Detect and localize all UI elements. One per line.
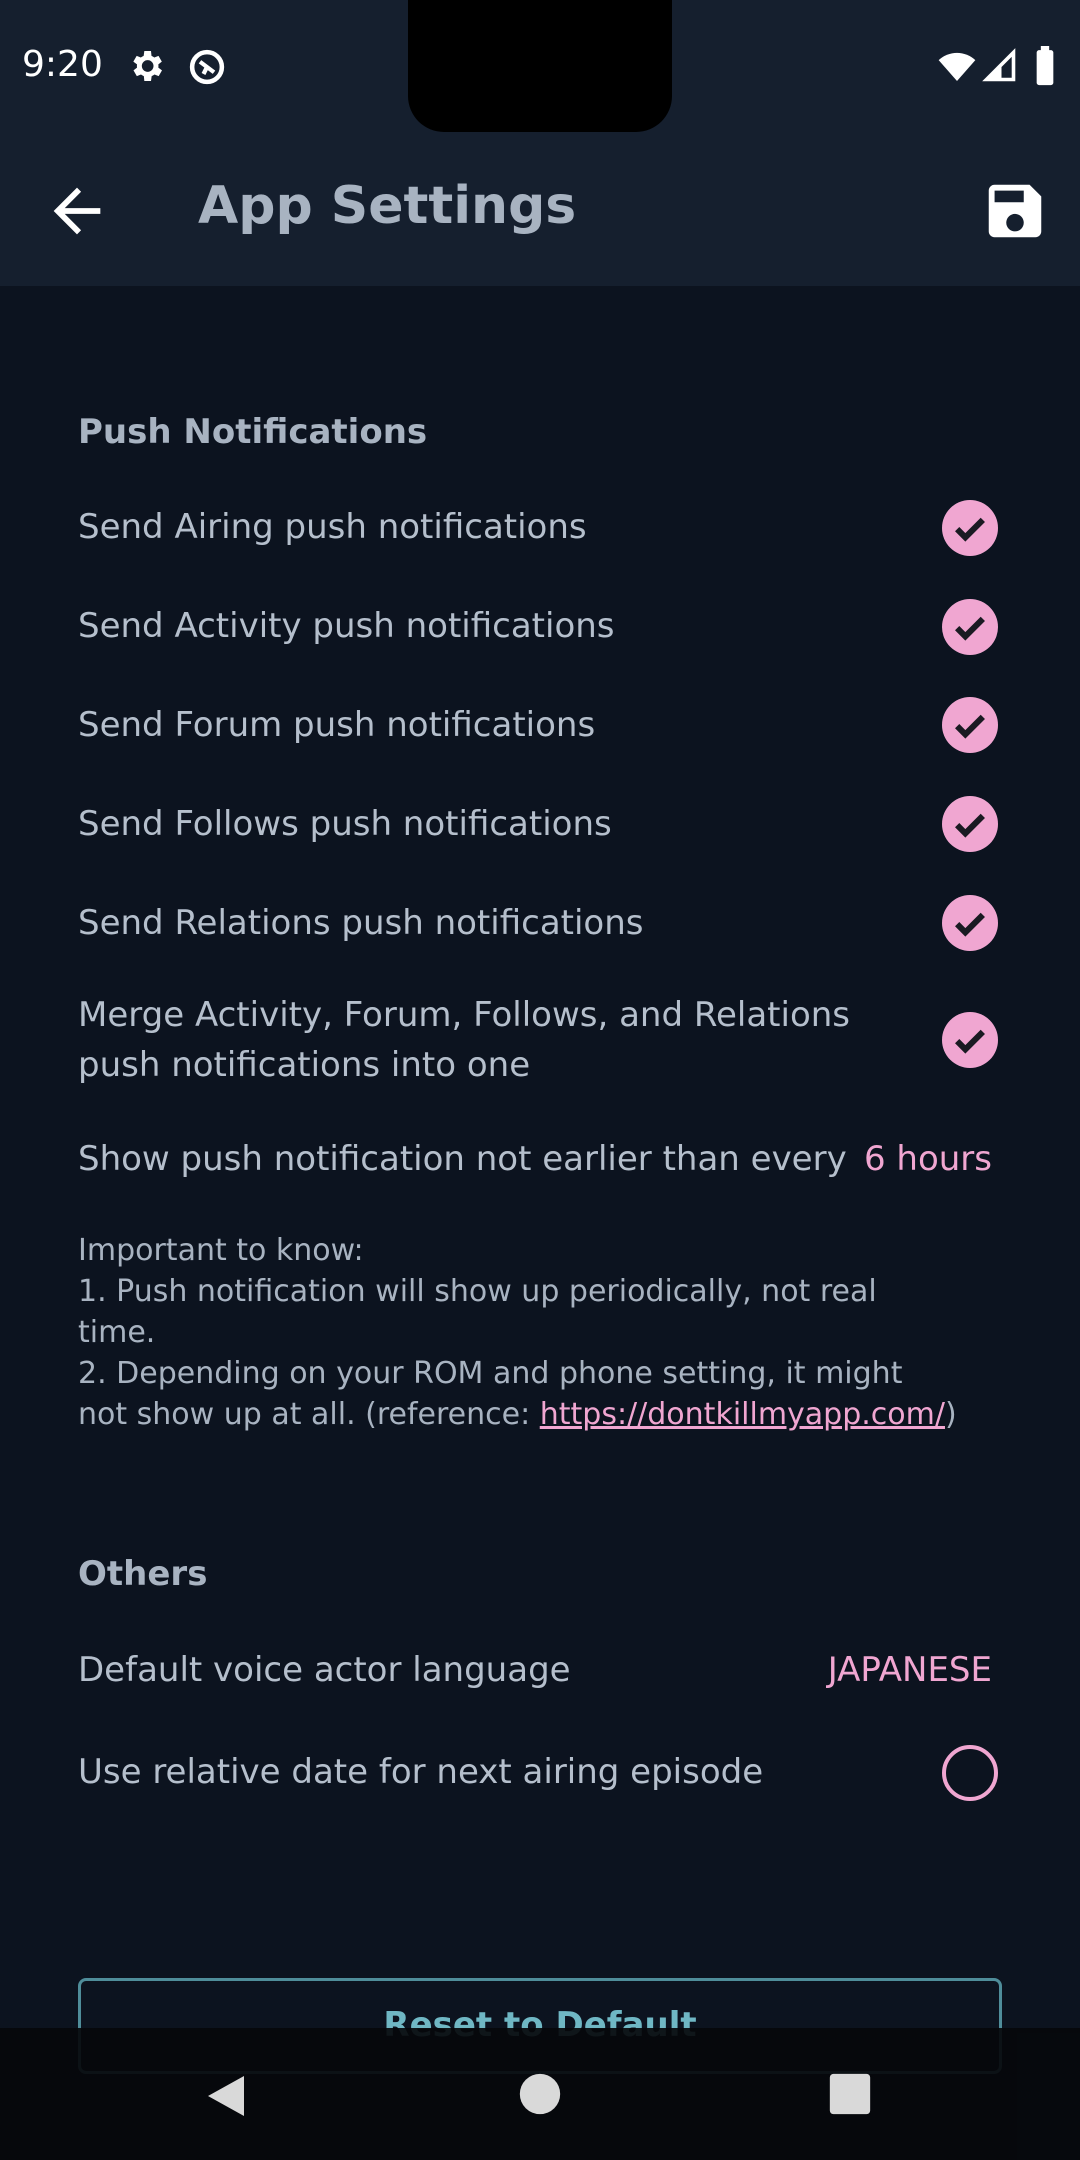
- back-button[interactable]: [42, 176, 112, 246]
- push-notifications-section-title: Push Notifications: [78, 412, 428, 452]
- relative-date-label: Use relative date for next airing episod…: [78, 1752, 764, 1792]
- check-icon: [955, 714, 985, 739]
- note-heading: Important to know:: [78, 1233, 364, 1268]
- note-line-1: 1. Push notification will show up period…: [78, 1274, 877, 1350]
- note-line-2: 2. Depending on your ROM and phone setti…: [78, 1353, 958, 1435]
- top-app-bar: App Settings: [0, 132, 1080, 286]
- save-button[interactable]: [980, 176, 1050, 246]
- follows-notification-label: Send Follows push notifications: [78, 804, 612, 844]
- camera-notch: [408, 0, 672, 132]
- status-time: 9:20: [22, 44, 103, 85]
- notification-interval-label: Show push notification not earlier than …: [78, 1139, 847, 1179]
- relations-notification-label: Send Relations push notifications: [78, 903, 644, 943]
- important-note: Important to know: 1. Push notification …: [78, 1230, 958, 1435]
- data-saver-icon: [186, 46, 228, 92]
- merge-notification-label: Merge Activity, Forum, Follows, and Rela…: [78, 995, 851, 1085]
- notification-interval-value[interactable]: 6 hours: [864, 1134, 992, 1184]
- dontkillmyapp-link[interactable]: https://dontkillmyapp.com/: [540, 1397, 945, 1432]
- check-icon: [955, 616, 985, 641]
- activity-notification-checkbox[interactable]: [942, 599, 998, 655]
- arrow-left-icon: [53, 187, 101, 235]
- forum-notification-checkbox[interactable]: [942, 697, 998, 753]
- check-icon: [955, 1029, 985, 1054]
- voice-actor-language-value[interactable]: JAPANESE: [828, 1645, 992, 1695]
- forum-notification-label: Send Forum push notifications: [78, 705, 596, 745]
- page-title: App Settings: [198, 176, 577, 236]
- home-circle-icon[interactable]: [518, 2072, 562, 2120]
- relative-date-toggle[interactable]: [942, 1745, 998, 1801]
- system-navigation-bar: [0, 2028, 1080, 2160]
- status-bar: 9:20: [0, 0, 1080, 132]
- battery-icon: [1034, 46, 1056, 90]
- airing-notification-checkbox[interactable]: [942, 500, 998, 556]
- others-section-title: Others: [78, 1554, 208, 1594]
- note-line-2-end: ): [944, 1397, 957, 1432]
- activity-notification-label: Send Activity push notifications: [78, 606, 615, 646]
- save-icon: [988, 184, 1042, 238]
- app-settings-screen: 9:20 App Settings Push Notifications Sen…: [0, 0, 1080, 2160]
- back-triangle-icon[interactable]: [204, 2072, 248, 2124]
- check-icon: [955, 517, 985, 542]
- relations-notification-checkbox[interactable]: [942, 895, 998, 951]
- wifi-icon: [936, 46, 978, 90]
- settings-icon: [126, 46, 166, 90]
- follows-notification-checkbox[interactable]: [942, 796, 998, 852]
- signal-icon: [982, 46, 1018, 90]
- check-icon: [955, 912, 985, 937]
- check-icon: [955, 813, 985, 838]
- recents-square-icon[interactable]: [828, 2072, 872, 2120]
- merge-notification-checkbox[interactable]: [942, 1012, 998, 1068]
- voice-actor-language-label: Default voice actor language: [78, 1650, 571, 1690]
- airing-notification-label: Send Airing push notifications: [78, 507, 587, 547]
